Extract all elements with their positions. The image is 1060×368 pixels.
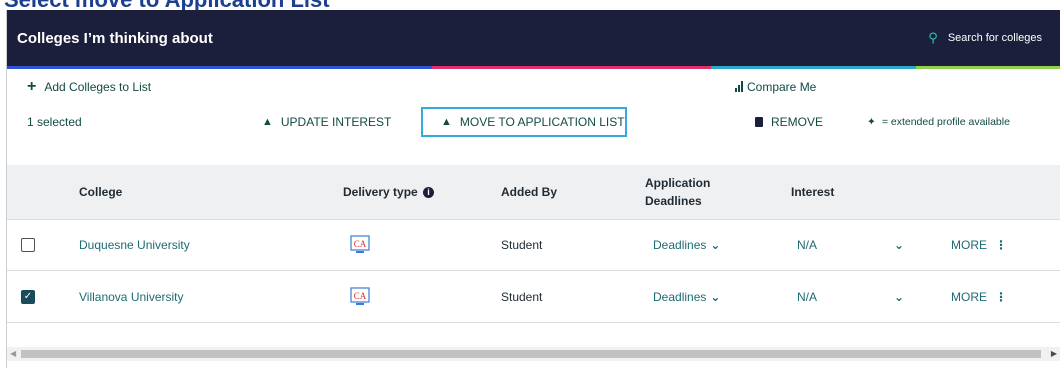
selected-count: 1 selected xyxy=(27,114,82,129)
interest-chevron-icon[interactable]: ⌄ xyxy=(894,238,904,252)
row-checkbox[interactable]: ✓ xyxy=(21,289,35,304)
deadlines-label: Deadlines xyxy=(653,289,707,304)
search-label: Search for colleges xyxy=(947,32,1042,44)
row-checkbox[interactable] xyxy=(21,238,35,252)
added-by-value: Student xyxy=(501,289,543,304)
scrollbar-thumb[interactable] xyxy=(21,350,1041,358)
plus-icon: + xyxy=(27,77,37,95)
extended-profile-note: = extended profile available xyxy=(881,115,1010,128)
add-colleges-button[interactable]: + Add Colleges to List xyxy=(27,78,151,96)
interest-value: N/A xyxy=(797,289,818,304)
college-link[interactable]: Duquesne University xyxy=(79,238,190,252)
bar-chart-icon xyxy=(735,81,743,92)
info-icon[interactable]: i xyxy=(423,187,435,198)
deadlines-label: Deadlines xyxy=(653,238,707,252)
added-by-value: Student xyxy=(501,238,543,252)
compare-me-label: Compare Me xyxy=(747,79,817,94)
graduation-cap-icon: ▲ xyxy=(262,115,273,128)
scroll-left-arrow-icon[interactable]: ◀ xyxy=(10,349,16,358)
interest-chevron-icon[interactable]: ⌄ xyxy=(894,290,904,304)
column-header-college: College xyxy=(79,185,123,199)
remove-label: REMOVE xyxy=(771,114,824,129)
selection-actions-row: 1 selected ▲ UPDATE INTEREST ▲ MOVE TO A… xyxy=(7,104,1060,139)
table-row: ✓ Villanova University CA Student Deadli… xyxy=(7,271,1060,323)
more-menu-button[interactable]: MORE ⋮ xyxy=(951,290,1007,304)
panel-header: Colleges I’m thinking about ⚲ Search for… xyxy=(7,10,1060,66)
remove-button[interactable]: REMOVE xyxy=(755,115,823,129)
graduation-cap-icon: ▲ xyxy=(441,115,452,128)
deadlines-header-line2: Deadlines xyxy=(645,194,702,208)
more-label: MORE xyxy=(951,238,987,252)
common-app-icon: CA xyxy=(350,286,370,305)
colleges-panel: Colleges I’m thinking about ⚲ Search for… xyxy=(6,10,1060,368)
add-colleges-label: Add Colleges to List xyxy=(44,79,152,94)
svg-text:CA: CA xyxy=(354,291,367,301)
more-menu-button[interactable]: MORE ⋮ xyxy=(951,238,1007,252)
update-interest-label: UPDATE INTEREST xyxy=(280,114,392,129)
kebab-icon: ⋮ xyxy=(995,238,1007,252)
more-label: MORE xyxy=(951,289,987,304)
move-to-application-list-label: MOVE TO APPLICATION LIST xyxy=(459,114,625,129)
kebab-icon: ⋮ xyxy=(995,289,1007,304)
compare-me-button[interactable]: Compare Me xyxy=(735,80,816,94)
table-row: Duquesne University CA Student Deadlines… xyxy=(7,219,1060,271)
college-link[interactable]: Villanova University xyxy=(79,290,184,304)
sparkle-icon: ✦ xyxy=(867,115,876,128)
interest-value: N/A xyxy=(797,238,818,252)
trash-icon xyxy=(755,116,763,127)
deadlines-header-line1: Application xyxy=(645,176,711,190)
column-header-added-by: Added By xyxy=(501,185,558,199)
search-colleges-link[interactable]: ⚲ Search for colleges xyxy=(928,30,1042,46)
deadlines-dropdown[interactable]: Deadlines ⌄ xyxy=(653,290,720,304)
search-icon: ⚲ xyxy=(928,30,938,45)
extended-profile-legend: ✦ = extended profile available xyxy=(867,116,1010,128)
chevron-down-icon: ⌄ xyxy=(710,289,721,304)
update-interest-button[interactable]: ▲ UPDATE INTEREST xyxy=(262,115,391,129)
panel-title: Colleges I’m thinking about xyxy=(17,29,213,47)
column-header-delivery: Delivery type i xyxy=(343,185,435,199)
list-actions-row: + Add Colleges to List Compare Me xyxy=(7,69,1060,104)
chevron-down-icon: ⌄ xyxy=(710,238,721,252)
column-header-deadlines: Application Deadlines xyxy=(645,174,710,210)
deadlines-dropdown[interactable]: Deadlines ⌄ xyxy=(653,238,720,252)
column-header-interest: Interest xyxy=(791,185,835,199)
move-to-application-list-button[interactable]: ▲ MOVE TO APPLICATION LIST xyxy=(421,106,627,137)
horizontal-scrollbar[interactable]: ◀ ▶ xyxy=(7,347,1060,361)
svg-text:CA: CA xyxy=(354,239,367,249)
delivery-type-label: Delivery type xyxy=(343,185,418,199)
table-header: College Delivery type i Added By Applica… xyxy=(7,165,1060,219)
common-app-icon: CA xyxy=(350,235,370,253)
scroll-right-arrow-icon[interactable]: ▶ xyxy=(1051,349,1057,358)
